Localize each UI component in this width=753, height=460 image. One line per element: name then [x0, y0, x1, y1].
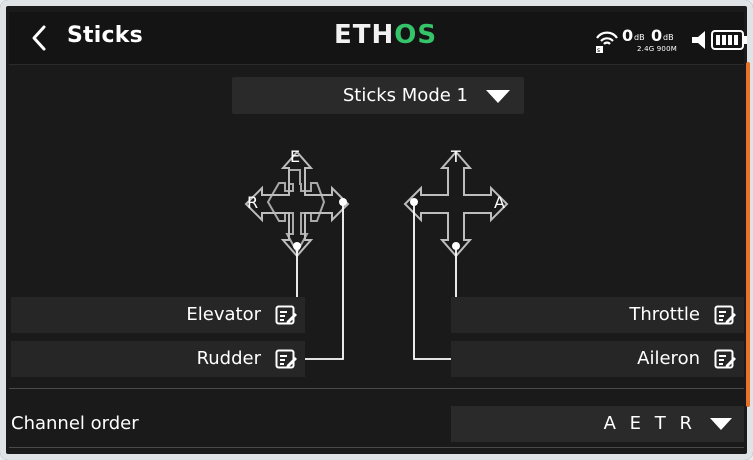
display-frame — [0, 0, 753, 460]
channel-order-dropdown[interactable]: A E T R — [451, 406, 744, 442]
throttle-label: Throttle — [629, 304, 700, 325]
screen: Sticks ETHOS s 0 dB 0 dB 2.4G 900M Stick… — [0, 0, 753, 460]
sticks-mode-value: Sticks Mode 1 — [342, 85, 468, 106]
channel-order-label: Channel order — [11, 413, 139, 434]
telemetry-signal-icon: s — [596, 31, 618, 54]
speaker-icon — [692, 31, 705, 49]
edit-icon[interactable] — [275, 304, 297, 326]
header-bar: Sticks ETHOS s 0 dB 0 dB 2.4G 900M — [9, 12, 747, 65]
rx2-db-unit: dB — [663, 33, 674, 42]
back-button[interactable] — [27, 22, 51, 54]
page-title: Sticks — [67, 23, 143, 48]
scrollbar[interactable] — [746, 62, 750, 407]
band-label: 2.4G 900M — [637, 45, 677, 53]
svg-text:s: s — [597, 47, 600, 54]
edit-icon[interactable] — [714, 348, 736, 370]
elevator-label: Elevator — [186, 304, 261, 325]
section-divider — [9, 388, 744, 389]
rx2-db-value: 0 — [651, 26, 663, 45]
rx1-db-value: 0 — [622, 26, 634, 45]
rx1-db-unit: dB — [634, 33, 645, 42]
status-indicators: s 0 dB 0 dB 2.4G 900M — [594, 24, 750, 56]
aileron-field[interactable]: Aileron — [451, 341, 744, 377]
edit-icon[interactable] — [275, 348, 297, 370]
triangle-down-icon — [486, 90, 510, 103]
aileron-label: Aileron — [637, 348, 700, 369]
edit-icon[interactable] — [714, 304, 736, 326]
bottom-divider — [9, 447, 744, 448]
battery-icon — [711, 30, 747, 50]
rudder-label: Rudder — [196, 348, 261, 369]
sticks-mode-dropdown[interactable]: Sticks Mode 1 — [232, 77, 524, 114]
elevator-field[interactable]: Elevator — [11, 297, 305, 333]
chevron-left-icon — [32, 25, 46, 51]
rudder-field[interactable]: Rudder — [11, 341, 305, 377]
throttle-field[interactable]: Throttle — [451, 297, 744, 333]
channel-order-value: A E T R — [603, 413, 696, 434]
brand-logo: ETHOS — [334, 20, 438, 50]
triangle-down-icon — [710, 418, 732, 430]
